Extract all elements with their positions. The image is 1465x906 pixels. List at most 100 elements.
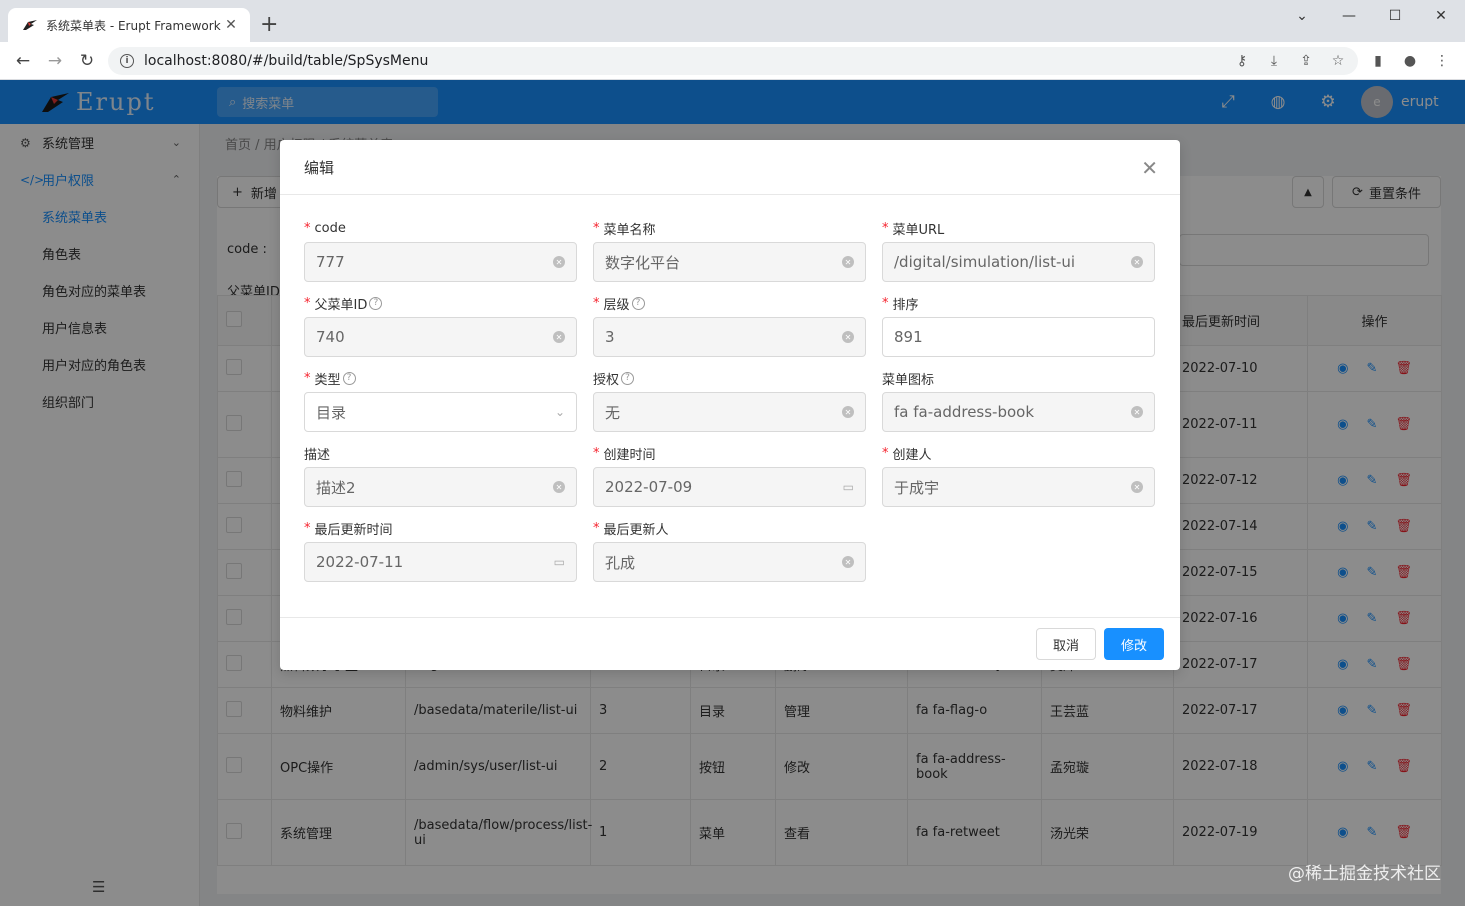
clear-icon[interactable]: ✕ (1131, 256, 1143, 268)
side-panel-icon[interactable]: ▮ (1368, 51, 1388, 71)
clear-icon[interactable]: ✕ (1131, 481, 1143, 493)
form-field: 菜单图标 fa fa-address-book ✕ (882, 368, 1155, 432)
erupt-favicon-icon (23, 20, 37, 30)
omnibox[interactable]: i localhost:8080/#/build/table/SpSysMenu (108, 47, 1358, 75)
address-bar: ← → ↻ i localhost:8080/#/build/table/SpS… (0, 42, 1465, 80)
form-field: * 父菜单ID? 740 ✕ (304, 293, 577, 357)
clear-icon[interactable]: ✕ (553, 331, 565, 343)
field-label-text: 描述 (304, 447, 331, 463)
clear-icon[interactable]: ✕ (1131, 406, 1143, 418)
tab-close-icon[interactable]: ✕ (222, 17, 240, 33)
field-label: * 类型? (304, 368, 577, 388)
field-input[interactable]: 777 ✕ (304, 242, 577, 282)
form-field: * 创建人于成宇 ✕ (882, 443, 1155, 507)
field-label-text: 授权 (593, 372, 620, 388)
form-field: * 最后更新时间 2022-07-11 ▭ (304, 518, 577, 582)
tab-search-chevron-icon[interactable]: ⌄ (1279, 0, 1325, 32)
minimize-icon[interactable]: — (1326, 0, 1372, 32)
field-input[interactable]: 孔成 ✕ (593, 542, 866, 582)
field-input[interactable]: 于成宇 ✕ (882, 467, 1155, 507)
required-mark: * (593, 520, 600, 536)
form-field: * 类型? 目录 ⌄ (304, 368, 577, 432)
field-label-text: 创建时间 (603, 447, 656, 463)
close-icon[interactable]: ✕ (1141, 156, 1158, 180)
modal-title: 编辑 (304, 158, 335, 177)
edit-modal: 编辑 ✕ * code 777 ✕ * 菜单名称 数字化平台 ✕ * 菜单URL/digital/… (280, 140, 1180, 670)
form-field: * 最后更新人 孔成 ✕ (593, 518, 866, 582)
field-label-text: 最后更新时间 (314, 522, 393, 538)
field-label-text: 父菜单ID (314, 297, 368, 313)
profile-icon[interactable]: ● (1400, 51, 1420, 71)
form-field: 授权? 无 ✕ (593, 368, 866, 432)
form-field: * 菜单名称数字化平台 ✕ (593, 218, 866, 282)
required-mark: * (882, 295, 889, 311)
field-label: 描述 (304, 443, 577, 463)
calendar-icon[interactable]: ▭ (843, 480, 854, 494)
maximize-icon[interactable]: ☐ (1372, 0, 1418, 32)
required-mark: * (593, 220, 600, 236)
field-value: 891 (894, 328, 923, 346)
field-label: * 创建时间 (593, 443, 866, 463)
field-value: /digital/simulation/list-ui (894, 253, 1076, 271)
field-label-text: 菜单图标 (882, 372, 935, 388)
required-mark: * (882, 445, 889, 461)
field-label-text: 创建人 (892, 447, 932, 463)
field-value: 于成宇 (894, 478, 940, 497)
browser-tabstrip: 系统菜单表 - Erupt Framework ✕ + ⌄ — ☐ ✕ (0, 0, 1465, 42)
key-icon[interactable]: ⚷ (1232, 51, 1252, 71)
clear-icon[interactable]: ✕ (553, 256, 565, 268)
field-value: 2022-07-11 (316, 553, 404, 571)
field-label: * 最后更新时间 (304, 518, 577, 538)
field-input[interactable]: 740 ✕ (304, 317, 577, 357)
field-label: * 创建人 (882, 443, 1155, 463)
field-label-text: 菜单URL (892, 222, 945, 238)
share-icon[interactable]: ⇪ (1296, 51, 1316, 71)
bookmark-star-icon[interactable]: ☆ (1328, 51, 1348, 71)
field-value: 3 (605, 328, 615, 346)
field-label: * 菜单名称 (593, 218, 866, 238)
clear-icon[interactable]: ✕ (842, 556, 854, 568)
help-icon[interactable]: ? (342, 371, 356, 385)
save-button[interactable]: 修改 (1104, 628, 1164, 660)
field-value: 无 (605, 403, 621, 422)
field-input[interactable]: /digital/simulation/list-ui ✕ (882, 242, 1155, 282)
field-label: * 层级? (593, 293, 866, 313)
install-icon[interactable]: ⤓ (1264, 51, 1284, 71)
window-close-icon[interactable]: ✕ (1418, 0, 1464, 32)
field-input[interactable]: 2022-07-11 ▭ (304, 542, 577, 582)
field-label-text: 菜单名称 (603, 222, 656, 238)
field-input[interactable]: 891 (882, 317, 1155, 357)
field-label: * 父菜单ID? (304, 293, 577, 313)
field-input[interactable]: 2022-07-09 ▭ (593, 467, 866, 507)
field-input[interactable]: 数字化平台 ✕ (593, 242, 866, 282)
clear-icon[interactable]: ✕ (553, 481, 565, 493)
reload-icon[interactable]: ↻ (76, 50, 98, 72)
clear-icon[interactable]: ✕ (842, 256, 854, 268)
chevron-down-icon[interactable]: ⌄ (555, 405, 565, 419)
url-text[interactable]: localhost:8080/#/build/table/SpSysMenu (144, 53, 428, 69)
help-icon[interactable]: ? (369, 296, 383, 310)
field-input[interactable]: 描述2 ✕ (304, 467, 577, 507)
forward-icon[interactable]: → (44, 50, 66, 72)
field-label: 授权? (593, 368, 866, 388)
required-mark: * (304, 370, 311, 386)
site-info-icon[interactable]: i (120, 54, 134, 68)
field-input[interactable]: 3 ✕ (593, 317, 866, 357)
form-field: * code 777 ✕ (304, 218, 577, 282)
browser-tab[interactable]: 系统菜单表 - Erupt Framework ✕ (8, 8, 250, 42)
browser-menu-icon[interactable]: ⋮ (1432, 51, 1452, 71)
field-input[interactable]: fa fa-address-book ✕ (882, 392, 1155, 432)
clear-icon[interactable]: ✕ (842, 331, 854, 343)
field-input[interactable]: 目录 ⌄ (304, 392, 577, 432)
field-input[interactable]: 无 ✕ (593, 392, 866, 432)
clear-icon[interactable]: ✕ (842, 406, 854, 418)
tab-title: 系统菜单表 - Erupt Framework (46, 18, 221, 33)
back-icon[interactable]: ← (12, 50, 34, 72)
form-field: * 层级? 3 ✕ (593, 293, 866, 357)
new-tab-icon[interactable]: + (260, 12, 278, 38)
cancel-button[interactable]: 取消 (1036, 628, 1096, 660)
help-icon[interactable]: ? (621, 371, 635, 385)
modal-header: 编辑 ✕ (280, 140, 1180, 195)
calendar-icon[interactable]: ▭ (554, 555, 565, 569)
help-icon[interactable]: ? (631, 296, 645, 310)
